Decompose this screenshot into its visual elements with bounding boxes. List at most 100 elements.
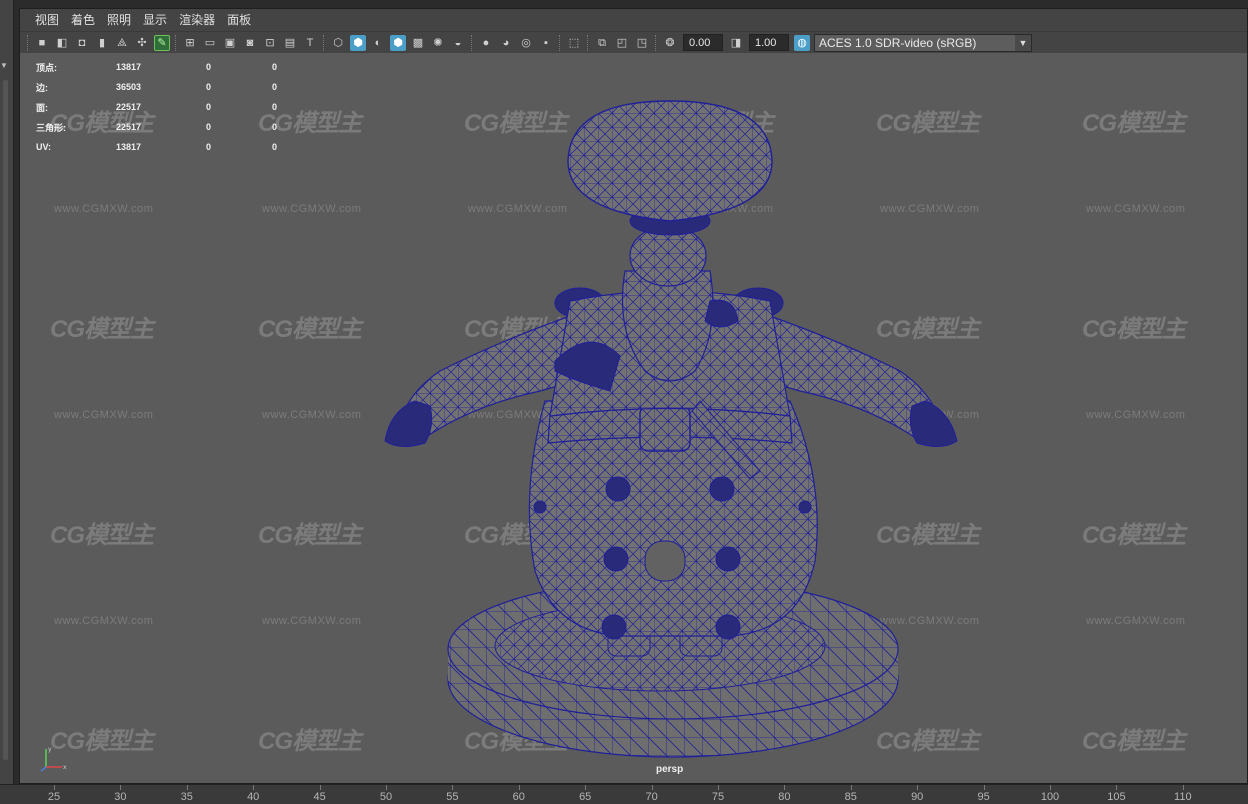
collapse-arrow-icon[interactable]: ▼ bbox=[0, 62, 8, 70]
timeline-tick-label: 100 bbox=[1040, 791, 1060, 803]
shadows-icon[interactable]: ◒ bbox=[450, 35, 466, 51]
hud-value: 36503 bbox=[116, 82, 142, 92]
hud-value: 0 bbox=[206, 62, 212, 72]
lights-icon[interactable]: ✺ bbox=[430, 35, 446, 51]
screen-space-ao-icon[interactable]: ● bbox=[478, 35, 494, 51]
coat-button bbox=[715, 546, 741, 572]
chevron-down-icon: ▼ bbox=[1015, 34, 1031, 51]
hat-top bbox=[567, 100, 773, 222]
menu-shading[interactable]: 着色 bbox=[65, 9, 101, 31]
timeline-tick-mark bbox=[319, 785, 321, 790]
hud-value: 22517 bbox=[116, 122, 142, 132]
timeline-tick-label: 60 bbox=[512, 791, 525, 803]
motion-blur-icon[interactable]: ◕ bbox=[498, 35, 514, 51]
coat-button bbox=[603, 546, 629, 572]
gutter-scrollbar[interactable] bbox=[3, 80, 8, 760]
menu-renderer[interactable]: 渲染器 bbox=[173, 9, 221, 31]
xray-joints-icon[interactable]: ◰ bbox=[614, 35, 630, 51]
coat-button bbox=[798, 500, 812, 514]
xray-icon[interactable]: ⧉ bbox=[594, 35, 610, 51]
toolbar-separator bbox=[323, 34, 325, 51]
svg-text:y: y bbox=[48, 746, 52, 753]
resolution-gate-icon[interactable]: ▣ bbox=[222, 35, 238, 51]
timeline-tick-mark bbox=[1050, 785, 1051, 790]
safe-title-icon[interactable]: T bbox=[302, 35, 318, 51]
right-hand bbox=[909, 400, 958, 447]
timeline-tick-label: 105 bbox=[1107, 791, 1126, 803]
watermark-url: www.CGMXW.com bbox=[1086, 409, 1186, 421]
toolbar-separator bbox=[655, 34, 657, 51]
timeline-tick-mark bbox=[585, 785, 587, 790]
camera-lock-icon[interactable]: ◘ bbox=[74, 35, 90, 51]
hud-value: 0 bbox=[272, 102, 278, 112]
left-gutter: ▼ bbox=[0, 0, 14, 804]
image-plane-icon[interactable]: ⟁ bbox=[114, 35, 130, 51]
field-chart-icon[interactable]: ⊡ bbox=[262, 35, 278, 51]
maya-window: ▼ 视图 着色 照明 显示 渲染器 面板 ■ ◧ ◘ ▮ ⟁ ✣ ✎ ⊞ ▭ ▣… bbox=[0, 0, 1248, 804]
poly-count-hud: 顶点: 13817 0 0 边: 36503 0 0 面: 22517 0 0 bbox=[36, 57, 312, 157]
2d-pan-zoom-icon[interactable]: ✣ bbox=[134, 35, 150, 51]
grid-icon[interactable]: ⊞ bbox=[182, 35, 198, 51]
depth-of-field-icon[interactable]: ▪ bbox=[538, 35, 554, 51]
viewport-panel: 视图 着色 照明 显示 渲染器 面板 ■ ◧ ◘ ▮ ⟁ ✣ ✎ ⊞ ▭ ▣ ◙… bbox=[19, 8, 1248, 784]
isolate-select-icon[interactable]: ⬚ bbox=[566, 35, 582, 51]
camera-select-icon[interactable]: ■ bbox=[34, 35, 50, 51]
timeline-tick-mark bbox=[452, 785, 454, 790]
watermark-url: www.CGMXW.com bbox=[262, 615, 362, 627]
bookmark-icon[interactable]: ▮ bbox=[94, 35, 110, 51]
hud-row-uvs: UV: 13817 0 0 bbox=[36, 137, 312, 157]
color-management-icon[interactable]: ◍ bbox=[794, 34, 810, 51]
film-gate-icon[interactable]: ▭ bbox=[202, 35, 218, 51]
timeline-tick-mark bbox=[386, 785, 387, 790]
timeline-tick-mark bbox=[917, 785, 919, 790]
view-transform-dropdown[interactable]: ACES 1.0 SDR-video (sRGB) ▼ bbox=[814, 33, 1032, 52]
hud-value: 0 bbox=[206, 122, 212, 132]
menu-show[interactable]: 显示 bbox=[137, 9, 173, 31]
left-hand bbox=[384, 400, 433, 447]
timeline-tick-mark bbox=[651, 785, 653, 790]
coat-button bbox=[709, 476, 735, 502]
3d-viewport[interactable]: CG模型主 CG模型主 CG模型主 CG模型主 CG模型主 CG模型主 CG模型主 CG模型主… bbox=[20, 53, 1247, 783]
timeline-tick-label: 55 bbox=[446, 791, 459, 803]
safe-action-icon[interactable]: ▤ bbox=[282, 35, 298, 51]
grease-pencil-icon[interactable]: ✎ bbox=[154, 34, 170, 51]
smooth-shade-icon[interactable]: ⬢ bbox=[350, 34, 366, 51]
timeline-tick-label: 70 bbox=[645, 791, 658, 803]
exposure-icon[interactable]: ❂ bbox=[662, 35, 678, 51]
timeline-tick-label: 110 bbox=[1174, 791, 1192, 803]
gamma-icon[interactable]: ◨ bbox=[728, 35, 744, 51]
watermark-logo: CG模型主 bbox=[1082, 522, 1186, 549]
timeline-tick-label: 35 bbox=[180, 791, 193, 803]
default-material-icon[interactable]: ◐ bbox=[370, 35, 386, 51]
wireframe-on-shaded-icon[interactable]: ⬢ bbox=[390, 34, 406, 51]
toolbar-separator bbox=[471, 34, 473, 51]
coat-button bbox=[533, 500, 547, 514]
watermark-url: www.CGMXW.com bbox=[262, 409, 362, 421]
timeline-tick-label: 30 bbox=[114, 791, 127, 803]
menu-panels[interactable]: 面板 bbox=[221, 9, 257, 31]
exposure-field[interactable]: 0.00 bbox=[683, 34, 723, 51]
timeline-tick-mark bbox=[850, 785, 852, 790]
coat-button bbox=[715, 614, 741, 640]
timeline-tick-label: 40 bbox=[247, 791, 260, 803]
character-model[interactable] bbox=[360, 71, 980, 783]
gamma-field[interactable]: 1.00 bbox=[749, 34, 789, 51]
watermark-logo: CG模型主 bbox=[50, 316, 154, 343]
timeline-tick-label: 45 bbox=[313, 791, 326, 803]
hud-value: 0 bbox=[206, 142, 212, 152]
timeline-tick-mark bbox=[718, 785, 719, 790]
wireframe-icon[interactable]: ⬡ bbox=[330, 35, 346, 51]
timeline-tick-mark bbox=[120, 785, 122, 790]
textured-icon[interactable]: ▩ bbox=[410, 35, 426, 51]
menu-lighting[interactable]: 照明 bbox=[101, 9, 137, 31]
timeline-ruler[interactable]: 25 30 35 40 45 50 55 60 65 70 75 80 85 90 95 100 105 110 bbox=[0, 784, 1248, 804]
hud-value: 13817 bbox=[116, 62, 142, 72]
xray-components-icon[interactable]: ◳ bbox=[634, 35, 650, 51]
camera-attributes-icon[interactable]: ◧ bbox=[54, 35, 70, 51]
watermark-url: www.CGMXW.com bbox=[262, 203, 362, 215]
watermark-logo: CG模型主 bbox=[258, 316, 362, 343]
multisample-aa-icon[interactable]: ◎ bbox=[518, 35, 534, 51]
menu-view[interactable]: 视图 bbox=[29, 9, 65, 31]
hud-value: 0 bbox=[272, 82, 278, 92]
gate-mask-icon[interactable]: ◙ bbox=[242, 35, 258, 51]
